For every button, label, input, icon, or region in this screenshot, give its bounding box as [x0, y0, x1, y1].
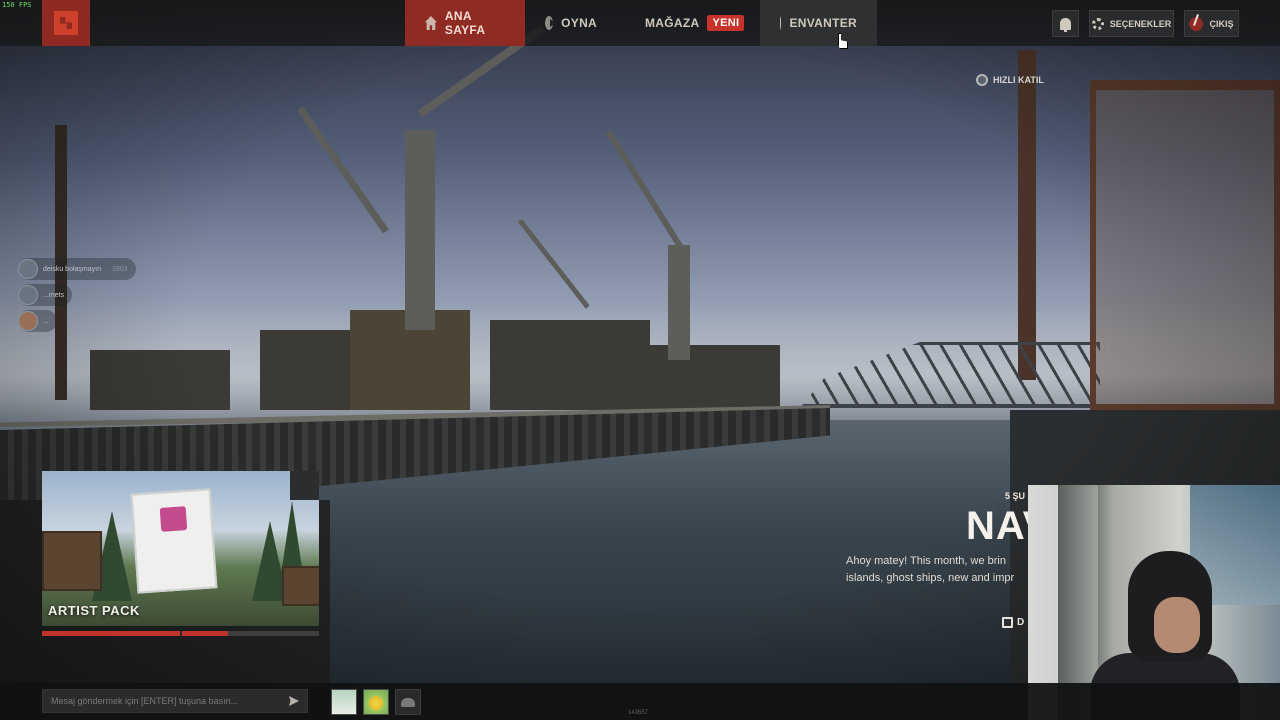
friend-name: deisku bolaşmayın — [43, 265, 101, 273]
nav-inventory[interactable]: ENVANTER — [760, 0, 877, 46]
promo-progress-fill — [42, 631, 228, 636]
promo-crate — [282, 566, 319, 606]
gear-icon — [1091, 17, 1104, 30]
news-date: 5 ŞU — [1005, 491, 1026, 501]
send-icon[interactable] — [289, 696, 299, 706]
quit-icon — [1189, 16, 1204, 31]
nav-home[interactable]: ANA SAYFA — [405, 0, 525, 46]
friend-status: 1903 — [111, 265, 128, 273]
news-details-link[interactable]: D — [1002, 617, 1024, 628]
avatar — [18, 311, 38, 331]
options-label: SEÇENEKLER — [1109, 18, 1172, 29]
friend-item[interactable]: ... — [18, 310, 57, 332]
quit-button[interactable]: ÇIKIŞ — [1184, 10, 1239, 37]
rust-logo[interactable] — [42, 0, 90, 46]
nav-store[interactable]: MAĞAZA YENI — [617, 0, 760, 46]
nav-inventory-label: ENVANTER — [789, 16, 857, 30]
promo-progress-bar — [42, 631, 319, 636]
friend-item[interactable]: ...mets — [18, 284, 73, 306]
bell-icon — [1060, 17, 1071, 32]
group-icon — [401, 697, 415, 707]
progress-separator — [180, 631, 182, 636]
bottom-bar: 143657 — [0, 683, 1280, 720]
nav-play-label: OYNA — [561, 16, 597, 30]
quick-join-label: HIZLI KATIL — [993, 75, 1044, 85]
player-avatar[interactable] — [331, 689, 357, 715]
webcam-person-face — [1154, 597, 1200, 653]
notifications-button[interactable] — [1052, 10, 1079, 37]
new-badge: YENI — [707, 15, 745, 31]
nav-store-label: MAĞAZA — [645, 16, 700, 30]
promo-crate — [42, 531, 102, 591]
party-button[interactable] — [395, 689, 421, 715]
friend-avatar[interactable] — [363, 689, 389, 715]
quick-join-icon — [976, 74, 988, 86]
build-number: 143657 — [628, 710, 649, 716]
news-body: Ahoy matey! This month, we brin islands,… — [846, 553, 1030, 587]
avatar — [18, 259, 38, 279]
news-body-line: islands, ghost ships, new and impr — [846, 572, 1015, 584]
avatar — [18, 285, 38, 305]
news-link-label: D — [1017, 617, 1025, 628]
external-link-icon — [1002, 617, 1013, 628]
options-button[interactable]: SEÇENEKLER — [1089, 10, 1174, 37]
chat-box — [42, 689, 308, 713]
promo-corner — [290, 471, 319, 500]
top-navigation-bar: 150 FPS ANA SAYFA OYNA MAĞAZA YENI ENVAN… — [0, 0, 1280, 46]
fps-counter: 150 FPS — [2, 1, 32, 9]
quick-join-button[interactable]: HIZLI KATIL — [976, 74, 1044, 86]
chat-input[interactable] — [51, 696, 289, 706]
quit-label: ÇIKIŞ — [1209, 18, 1234, 29]
promo-sign — [130, 488, 218, 594]
play-icon — [545, 16, 554, 30]
friend-item[interactable]: deisku bolaşmayın 1903 — [18, 258, 136, 280]
news-body-line: Ahoy matey! This month, we brin — [846, 555, 1006, 567]
inventory-icon — [780, 16, 782, 30]
nav-play[interactable]: OYNA — [525, 0, 617, 46]
home-icon — [425, 16, 437, 30]
friend-name: ...mets — [43, 291, 65, 299]
promo-card[interactable]: ARTIST PACK — [42, 471, 319, 626]
promo-title: ARTIST PACK — [48, 603, 140, 618]
nav-home-label: ANA SAYFA — [444, 9, 486, 37]
friend-name: ... — [43, 317, 49, 325]
rust-logo-icon — [54, 11, 78, 35]
